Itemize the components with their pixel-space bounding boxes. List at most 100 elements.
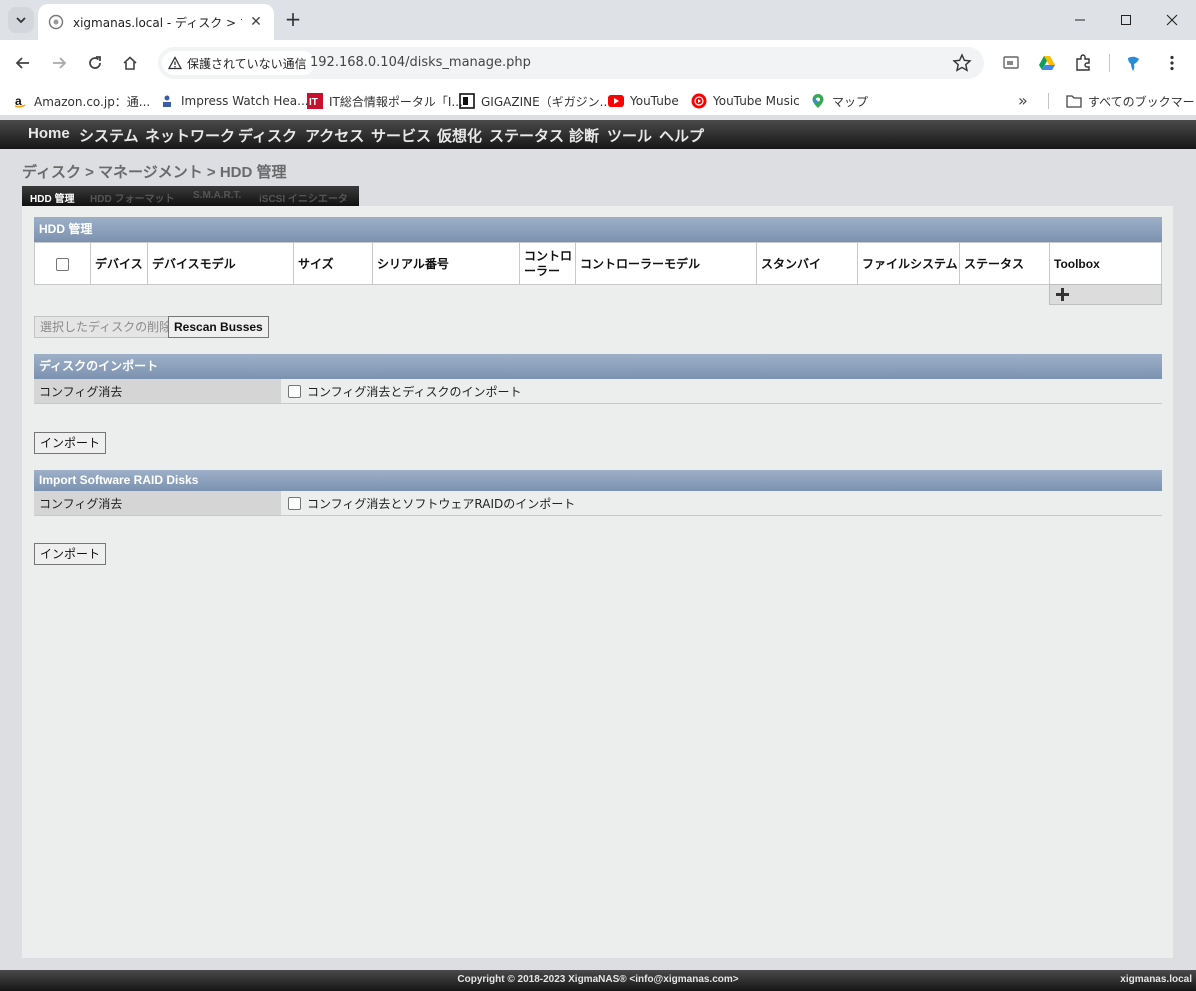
clear-config-raid-checkbox[interactable] — [288, 497, 301, 510]
reload-button[interactable] — [83, 51, 107, 75]
url-text[interactable]: 192.168.0.104/disks_manage.php — [310, 55, 531, 70]
nav-help[interactable]: ヘルプ — [659, 125, 704, 146]
bookmarks-overflow-button[interactable]: » — [1018, 91, 1028, 110]
youtube-music-icon — [691, 93, 707, 109]
google-drive-icon[interactable] — [1037, 53, 1057, 73]
column-header[interactable]: デバイスモデル — [147, 242, 294, 285]
nav-services[interactable]: サービス — [371, 125, 431, 146]
sub-tabs: HDD 管理 HDD フォーマット S.M.A.R.T. iSCSI イニシエー… — [22, 186, 359, 206]
minimize-icon — [1075, 19, 1085, 21]
table-header-row: デバイス デバイスモデル サイズ シリアル番号 コントロ ーラー コントローラー… — [34, 242, 1162, 285]
column-header[interactable]: コントローラーモデル — [575, 242, 757, 285]
main-nav: Home システム ネットワーク ディスク アクセス サービス 仮想化 ステータ… — [0, 120, 1196, 149]
back-button[interactable] — [11, 51, 35, 75]
warning-icon — [168, 56, 182, 70]
tab-search-button[interactable] — [8, 7, 34, 33]
nav-disks[interactable]: ディスク — [238, 125, 297, 146]
toolbox-cell — [1049, 284, 1162, 305]
hdd-section-title: HDD 管理 — [34, 217, 1162, 242]
content-area: HDD 管理 デバイス デバイスモデル サイズ シリアル番号 コントロ ーラー … — [22, 206, 1173, 958]
column-header[interactable]: デバイス — [90, 242, 148, 285]
bookmark-gigazine[interactable]: GIGAZINE（ギガジン... — [459, 92, 611, 110]
footer-copyright: Copyright © 2018-2023 XigmaNAS® <info@xi… — [457, 974, 739, 985]
home-icon — [123, 56, 137, 70]
bookmark-star-icon[interactable] — [952, 53, 972, 73]
delete-selected-disks-button[interactable]: 選択したディスクの削除 — [34, 316, 178, 338]
import-raid-button[interactable]: インポート — [34, 543, 107, 565]
close-window-button[interactable] — [1160, 8, 1184, 32]
menu-icon[interactable] — [1162, 53, 1182, 73]
import-field-value: コンフィグ消去とディスクのインポート — [288, 383, 522, 400]
import-disks-button[interactable]: インポート — [34, 432, 107, 454]
raid-field-value: コンフィグ消去とソフトウェアRAIDのインポート — [288, 495, 575, 512]
rescan-busses-button[interactable]: Rescan Busses — [168, 316, 269, 338]
bookmark-maps[interactable]: マップ — [810, 92, 868, 110]
breadcrumb: ディスク > マネージメント > HDD 管理 — [22, 164, 287, 181]
maps-icon — [810, 93, 826, 109]
maximize-icon — [1121, 15, 1131, 25]
column-header[interactable]: ステータス — [959, 242, 1050, 285]
browser-tab[interactable]: xigmanas.local - ディスク > マネ- ✕ — [38, 4, 274, 40]
toolbar-separator — [1109, 54, 1110, 72]
security-indicator[interactable]: 保護されていない通信 — [162, 51, 315, 75]
nav-virtualization[interactable]: 仮想化 — [437, 125, 482, 146]
youtube-icon — [608, 93, 624, 109]
arrow-right-icon — [53, 57, 67, 69]
new-tab-button[interactable]: + — [282, 8, 304, 30]
tab-iscsi-initiator[interactable]: iSCSI イニシエータ — [259, 190, 348, 205]
clear-config-import-checkbox[interactable] — [288, 385, 301, 398]
folder-icon — [1066, 93, 1082, 109]
column-header[interactable]: スタンバイ — [756, 242, 858, 285]
page-body: Home システム ネットワーク ディスク アクセス サービス 仮想化 ステータ… — [0, 116, 1196, 991]
column-header[interactable]: ファイルシステム — [857, 242, 960, 285]
nav-tools[interactable]: ツール — [607, 125, 652, 146]
minimize-button[interactable] — [1068, 8, 1092, 32]
column-header[interactable]: Toolbox — [1049, 242, 1162, 285]
column-header[interactable]: シリアル番号 — [372, 242, 520, 285]
svg-text:IT: IT — [309, 97, 318, 108]
bookmark-impress[interactable]: Impress Watch Hea... — [159, 92, 309, 110]
browser-toolbar: 保護されていない通信 192.168.0.104/disks_manage.ph… — [0, 40, 1196, 86]
add-disk-icon[interactable] — [1056, 288, 1069, 301]
arrow-left-icon — [15, 57, 29, 69]
bookmark-amazon[interactable]: a Amazon.co.jp：通... — [12, 92, 150, 110]
profile-avatar-icon[interactable] — [1124, 53, 1144, 73]
import-form-row: コンフィグ消去 コンフィグ消去とディスクのインポート — [34, 379, 1162, 404]
tab-hdd-format[interactable]: HDD フォーマット — [90, 190, 174, 205]
nav-access[interactable]: アクセス — [305, 125, 364, 146]
address-bar[interactable]: 保護されていない通信 192.168.0.104/disks_manage.ph… — [158, 47, 984, 79]
reload-icon — [89, 56, 101, 69]
bookmark-youtube-music[interactable]: YouTube Music — [691, 92, 800, 110]
column-header[interactable]: サイズ — [293, 242, 373, 285]
raid-form-row: コンフィグ消去 コンフィグ消去とソフトウェアRAIDのインポート — [34, 491, 1162, 516]
all-bookmarks-button[interactable]: すべてのブックマーク — [1066, 92, 1196, 110]
nav-status[interactable]: ステータス — [489, 125, 564, 146]
checkbox-label[interactable]: コンフィグ消去とディスクのインポート — [307, 383, 522, 400]
tab-smart[interactable]: S.M.A.R.T. — [193, 190, 241, 201]
tab-strip: xigmanas.local - ディスク > マネ- ✕ + — [0, 0, 1196, 40]
home-button[interactable] — [118, 51, 142, 75]
cast-icon[interactable] — [1001, 53, 1021, 73]
close-tab-icon[interactable]: ✕ — [248, 14, 264, 30]
close-icon — [1166, 14, 1178, 26]
bookmark-youtube[interactable]: YouTube — [608, 92, 679, 110]
extensions-icon[interactable] — [1073, 53, 1093, 73]
gigazine-icon — [459, 93, 475, 109]
chevron-down-icon — [16, 17, 26, 24]
column-header[interactable]: コントロ ーラー — [519, 242, 576, 285]
nav-system[interactable]: システム — [79, 125, 139, 146]
nav-diagnostics[interactable]: 診断 — [569, 125, 599, 146]
nav-network[interactable]: ネットワーク — [145, 125, 235, 146]
tab-title: xigmanas.local - ディスク > マネ- — [73, 15, 242, 30]
checkbox-label[interactable]: コンフィグ消去とソフトウェアRAIDのインポート — [307, 495, 575, 512]
nav-home[interactable]: Home — [28, 125, 70, 142]
bookmark-itmedia[interactable]: IT IT総合情報ポータル「I... — [307, 92, 463, 110]
forward-button[interactable] — [47, 51, 71, 75]
import-field-label: コンフィグ消去 — [34, 379, 281, 403]
tab-hdd-management[interactable]: HDD 管理 — [30, 190, 74, 205]
select-all-checkbox[interactable] — [56, 257, 69, 271]
footer-hostname: xigmanas.local — [1120, 974, 1192, 985]
itmedia-icon: IT — [307, 93, 323, 109]
maximize-button[interactable] — [1114, 8, 1138, 32]
hdd-table: デバイス デバイスモデル サイズ シリアル番号 コントロ ーラー コントローラー… — [34, 242, 1162, 285]
